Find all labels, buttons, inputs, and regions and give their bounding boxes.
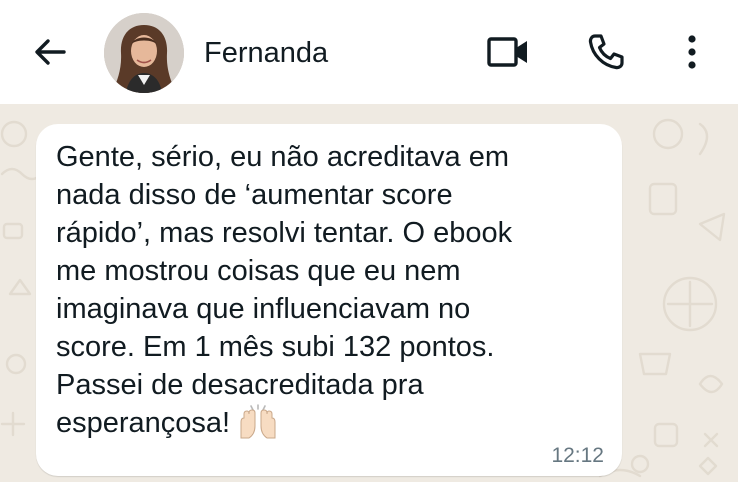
video-camera-icon [487,37,527,67]
arrow-back-icon [35,39,66,65]
back-button[interactable] [28,30,72,74]
message-body: Gente, sério, eu não acreditava em nada … [56,141,513,439]
phone-icon [588,34,624,70]
message-text: Gente, sério, eu não acreditava em nada … [56,138,596,450]
message-timestamp: 12:12 [551,444,604,467]
chat-header: Fernanda [0,0,738,104]
chat-area[interactable]: Gente, sério, eu não acreditava em nada … [0,104,738,482]
avatar-image [104,13,184,93]
video-call-button[interactable] [486,30,530,74]
voice-call-button[interactable] [584,30,628,74]
more-options-button[interactable] [670,30,714,74]
contact-name[interactable]: Fernanda [204,36,328,70]
more-vertical-icon [688,35,696,69]
raising-hands-emoji [236,404,280,450]
message-bubble[interactable]: Gente, sério, eu não acreditava em nada … [36,124,622,476]
avatar[interactable] [104,13,184,93]
